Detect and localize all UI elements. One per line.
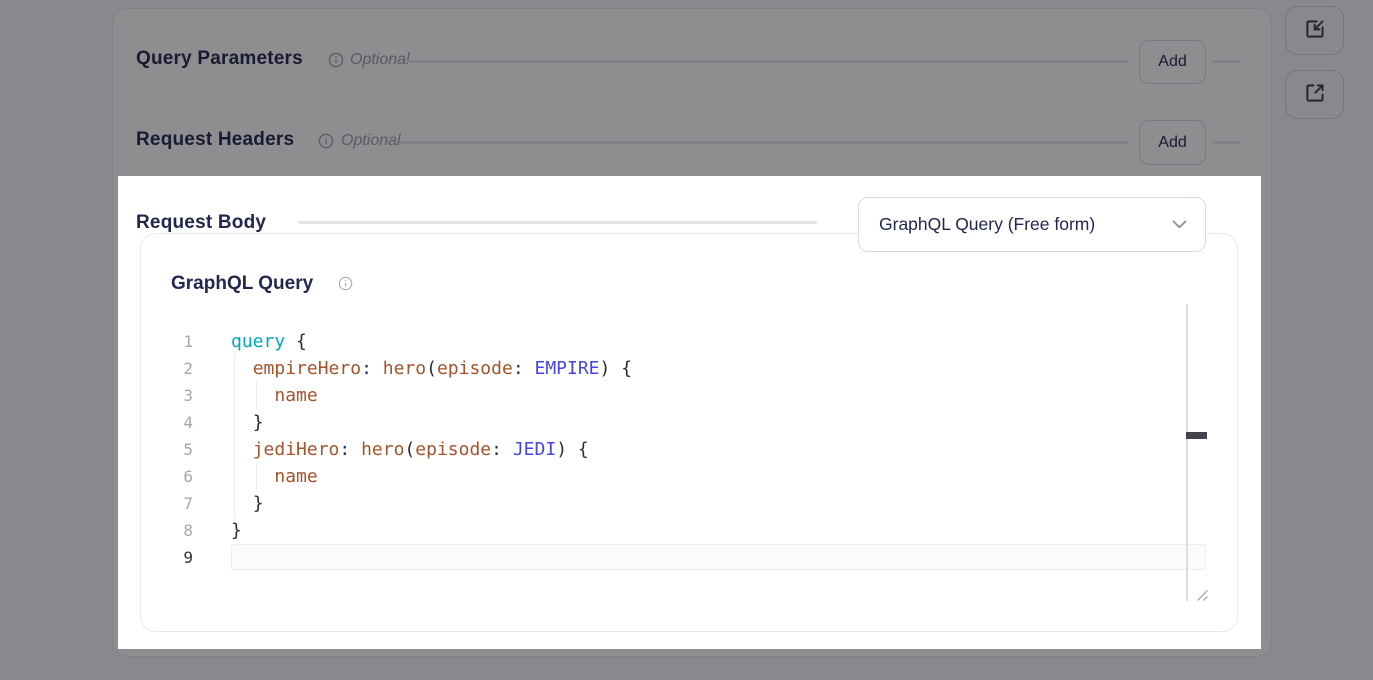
line-number: 3 [141,382,193,409]
line-number: 5 [141,436,193,463]
code-text: jediHero: hero(episode: JEDI) { [231,436,589,463]
line-number: 4 [141,409,193,436]
resize-grip-icon[interactable] [1194,587,1209,602]
line-number: 9 [141,544,193,571]
request-headers-title: Request Headers [136,129,294,151]
edit-in-button[interactable] [1285,6,1344,55]
optional-label: Optional [341,132,401,150]
code-line[interactable]: 7 } [141,490,1237,517]
code-line[interactable]: 2 empireHero: hero(episode: EMPIRE) { [141,355,1237,382]
code-text: } [231,490,264,517]
code-text: name [231,463,318,490]
line-number: 7 [141,490,193,517]
line-number: 1 [141,328,193,355]
code-line[interactable]: 1 query { [141,328,1237,355]
divider [400,141,1128,144]
body-type-value: GraphQL Query (Free form) [879,214,1095,235]
code-line[interactable]: 6 name [141,463,1237,490]
info-icon[interactable] [328,52,344,68]
optional-label: Optional [350,51,410,69]
line-number: 2 [141,355,193,382]
code-text: query { [231,328,307,355]
code-line[interactable]: 4 } [141,409,1237,436]
divider [405,60,1128,63]
query-parameters-title: Query Parameters [136,48,303,70]
code-text: } [231,517,242,544]
info-icon[interactable] [338,276,353,291]
code-text: empireHero: hero(episode: EMPIRE) { [231,355,632,382]
graphql-code-editor[interactable]: 1query {2 empireHero: hero(episode: EMPI… [141,328,1237,571]
edit-in-icon [1302,16,1328,45]
info-icon[interactable] [318,133,334,149]
scrollbar-track [1186,304,1188,601]
divider [1212,141,1240,144]
code-line[interactable]: 5 jediHero: hero(episode: JEDI) { [141,436,1237,463]
divider [1212,60,1240,63]
open-external-button[interactable] [1285,70,1344,119]
code-line[interactable]: 3 name [141,382,1237,409]
external-link-icon [1302,80,1328,109]
body-type-select[interactable]: GraphQL Query (Free form) [858,197,1206,252]
add-request-header-button[interactable]: Add [1139,120,1206,165]
divider [298,221,817,224]
add-query-parameter-button[interactable]: Add [1139,40,1206,84]
code-line[interactable]: 8} [141,517,1237,544]
line-number: 8 [141,517,193,544]
chevron-down-icon [1172,216,1187,234]
code-text: } [231,409,264,436]
request-body-title: Request Body [136,212,266,234]
graphql-query-label: GraphQL Query [171,273,313,295]
scrollbar-thumb[interactable] [1186,432,1207,439]
code-text: name [231,382,318,409]
graphql-editor-panel: GraphQL Query 1query {2 empireHero: hero… [140,233,1238,632]
line-number: 6 [141,463,193,490]
code-line[interactable]: 9 [141,544,1237,571]
